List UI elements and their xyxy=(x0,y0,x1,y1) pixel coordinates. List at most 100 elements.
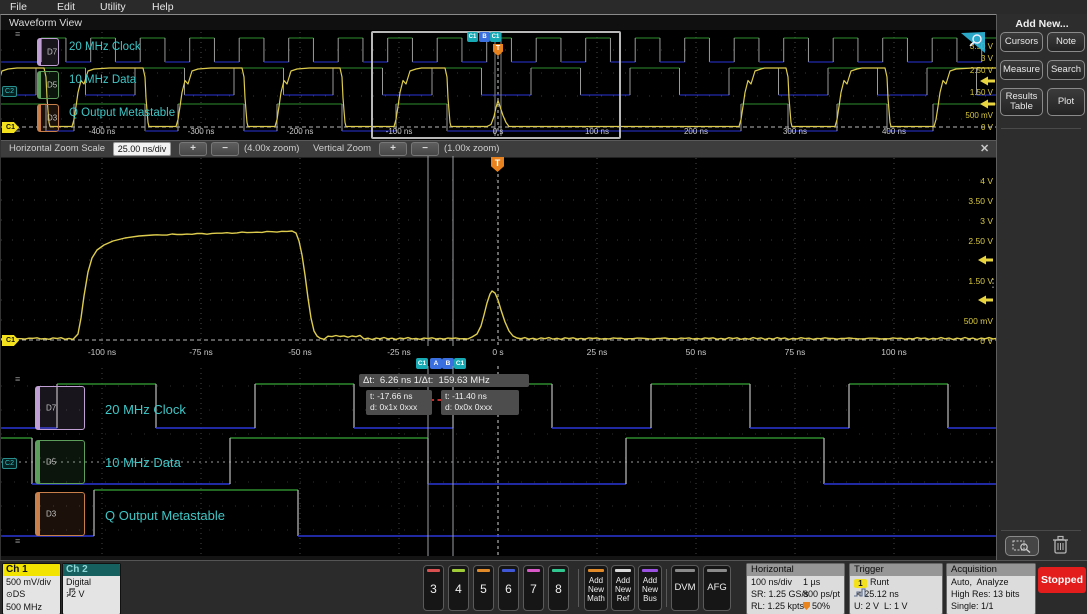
digital-channel-badge-d3[interactable]: D3 xyxy=(35,492,85,536)
menu-edit[interactable]: Edit xyxy=(57,1,75,13)
trigger-threshold-arrow[interactable] xyxy=(980,76,995,86)
badge-label: D7 xyxy=(47,47,58,57)
add-new-plot-button[interactable]: Plot xyxy=(1047,88,1085,116)
overview-channel-label: 20 MHz Clock xyxy=(69,41,141,53)
ch1-badge[interactable]: Ch 1 500 mV/div ⊙DS 500 MHz xyxy=(2,563,61,614)
expansion-point-icon xyxy=(803,602,810,610)
digital-channel-label: 20 MHz Clock xyxy=(105,402,186,417)
panel-splitter-handle[interactable]: ⋮⋮⋮ xyxy=(987,277,997,289)
ch1-title: Ch 1 xyxy=(3,564,60,576)
acquisition-single: Single: 1/1 xyxy=(951,601,994,611)
trigger-panel[interactable]: Trigger 1 Runt < 25.12 ns U: 2 V L: 1 V xyxy=(849,563,943,614)
horizontal-zoom-scale-input[interactable]: 25.00 ns/div xyxy=(113,142,171,156)
channel-8-button[interactable]: 8 xyxy=(548,565,569,611)
acquisition-panel[interactable]: Acquisition Auto, Analyze High Res: 13 bit… xyxy=(946,563,1036,614)
afg-button[interactable]: AFG xyxy=(703,565,731,611)
dvm-button[interactable]: DVM xyxy=(671,565,699,611)
badge-label: D5 xyxy=(47,80,58,90)
tab-waveform-view[interactable]: Waveform View xyxy=(9,17,82,29)
add-new-search-button[interactable]: Search xyxy=(1047,60,1085,80)
channel-7-button[interactable]: 7 xyxy=(523,565,544,611)
ch1-bandwidth: 500 MHz xyxy=(3,601,60,613)
channel-6-button[interactable]: 6 xyxy=(498,565,519,611)
main-scale-label: 3 V xyxy=(980,216,993,226)
trigger-threshold-arrow[interactable] xyxy=(978,295,993,305)
horizontal-zoom-scale-label: Horizontal Zoom Scale xyxy=(9,143,106,154)
overview-axis-tick: 100 ns xyxy=(584,127,610,136)
channel-color-stripe xyxy=(588,569,604,572)
overview-scale-label: 500 mV xyxy=(965,111,993,120)
c2-position-marker[interactable]: C2 xyxy=(2,86,17,97)
badge-label: D3 xyxy=(46,509,57,519)
c2-position-marker[interactable]: C2 xyxy=(2,458,17,469)
acquisition-title: Acquisition xyxy=(947,564,1035,576)
overview-scale-label: 1.50 V xyxy=(969,88,993,97)
trigger-threshold-arrow[interactable] xyxy=(980,99,995,109)
runt-pulse-icon xyxy=(854,588,868,597)
menu-utility[interactable]: Utility xyxy=(100,1,126,13)
grip-icon[interactable]: ≡ xyxy=(15,375,20,384)
vertical-zoom-factor: (1.00x zoom) xyxy=(444,143,500,154)
cursor-b-readout: t: -11.40 ns d: 0x0x 0xxx xyxy=(441,390,519,415)
horizontal-zoom-plus-button[interactable]: + xyxy=(179,142,207,156)
main-scale-label: 2.50 V xyxy=(968,236,993,246)
ch2-badge[interactable]: Ch 2 Digital: 2 V xyxy=(62,563,121,614)
grip-icon[interactable]: ≡ xyxy=(15,537,20,546)
overview-channel-badge-d3[interactable]: D3 xyxy=(37,104,59,132)
channel-color-stripe xyxy=(707,569,727,572)
vertical-zoom-plus-button[interactable]: + xyxy=(379,142,407,156)
cursor-b-badge[interactable]: B xyxy=(479,32,490,42)
overview-channel-badge-d5[interactable]: D5 xyxy=(37,71,59,99)
digital-channel-badge-d5[interactable]: D5 xyxy=(35,440,85,484)
grip-icon[interactable]: ≡ xyxy=(15,30,20,39)
channel-3-button[interactable]: 3 xyxy=(423,565,444,611)
cursor-source-badge[interactable]: C1 xyxy=(467,32,478,42)
horizontal-record-length: RL: 1.25 kpts xyxy=(751,601,805,611)
add-new-measure-button[interactable]: Measure xyxy=(1000,60,1043,80)
channel-color-stripe xyxy=(675,569,695,572)
horizontal-position: 50% xyxy=(803,600,830,612)
add-new-bus-button[interactable]: Add New Bus xyxy=(638,565,662,611)
channel-color-stripe xyxy=(477,569,490,572)
add-new-panel: Add New... Cursors Note Measure Search Resul… xyxy=(996,14,1087,560)
add-new-cursors-button[interactable]: Cursors xyxy=(1000,32,1043,52)
overview-axis-tick: 0 s xyxy=(492,127,504,136)
channel-color-stripe xyxy=(427,569,440,572)
cursor-source-badge[interactable]: C1 xyxy=(490,32,501,42)
menu-help[interactable]: Help xyxy=(152,1,174,13)
close-zoom-icon[interactable]: ✕ xyxy=(980,142,989,155)
horizontal-scale: 100 ns/div xyxy=(751,577,793,587)
horizontal-resolution: 800 ps/pt xyxy=(803,589,841,599)
digital-channel-badge-d7[interactable]: D7 xyxy=(35,386,85,430)
ch2-threshold: : 2 V xyxy=(66,588,85,599)
main-axis-tick: -100 ns xyxy=(87,347,117,357)
vertical-zoom-minus-button[interactable]: − xyxy=(411,142,439,156)
main-axis-tick: 100 ns xyxy=(881,347,907,357)
channel-color-stripe xyxy=(552,569,565,572)
cursor-delta-readout: Δt: 6.26 ns 1/Δt: 159.63 MHz xyxy=(359,374,529,387)
add-new-note-button[interactable]: Note xyxy=(1047,32,1085,52)
stopped-button[interactable]: Stopped xyxy=(1038,567,1086,593)
menu-file[interactable]: File xyxy=(10,1,27,13)
channel-4-button[interactable]: 4 xyxy=(448,565,469,611)
add-new-math-button[interactable]: Add New Math xyxy=(584,565,608,611)
overview-scale-label: 2.50 V xyxy=(969,66,993,75)
overview-axis-tick: 400 ns xyxy=(881,127,907,136)
panel-separator xyxy=(1001,128,1081,129)
zoom-select-button[interactable] xyxy=(1005,536,1039,556)
main-axis-tick: 50 ns xyxy=(685,347,707,357)
overview-channel-badge-d7[interactable]: D7 xyxy=(37,38,59,66)
overview-axis-tick: -400 ns xyxy=(88,127,116,136)
trigger-threshold-arrow[interactable] xyxy=(978,255,993,265)
threshold-icon xyxy=(67,588,75,596)
main-waveform-view xyxy=(1,156,997,346)
trigger-width-row: < 25.12 ns xyxy=(850,588,942,600)
menu-bar: File Edit Utility Help xyxy=(0,0,1087,15)
add-new-results-table-button[interactable]: Results Table xyxy=(1000,88,1043,116)
channel-5-button[interactable]: 5 xyxy=(473,565,494,611)
horizontal-zoom-minus-button[interactable]: − xyxy=(211,142,239,156)
overview-axis-tick: -200 ns xyxy=(286,127,314,136)
waveform-area: ≡ ≡ D7 20 MHz Clock D5 10 MHz Data D3 Q Output … xyxy=(0,30,997,560)
add-new-ref-button[interactable]: Add New Ref xyxy=(611,565,635,611)
horizontal-panel[interactable]: Horizontal 100 ns/div 1 µs SR: 1.25 GS/s 800… xyxy=(746,563,845,614)
